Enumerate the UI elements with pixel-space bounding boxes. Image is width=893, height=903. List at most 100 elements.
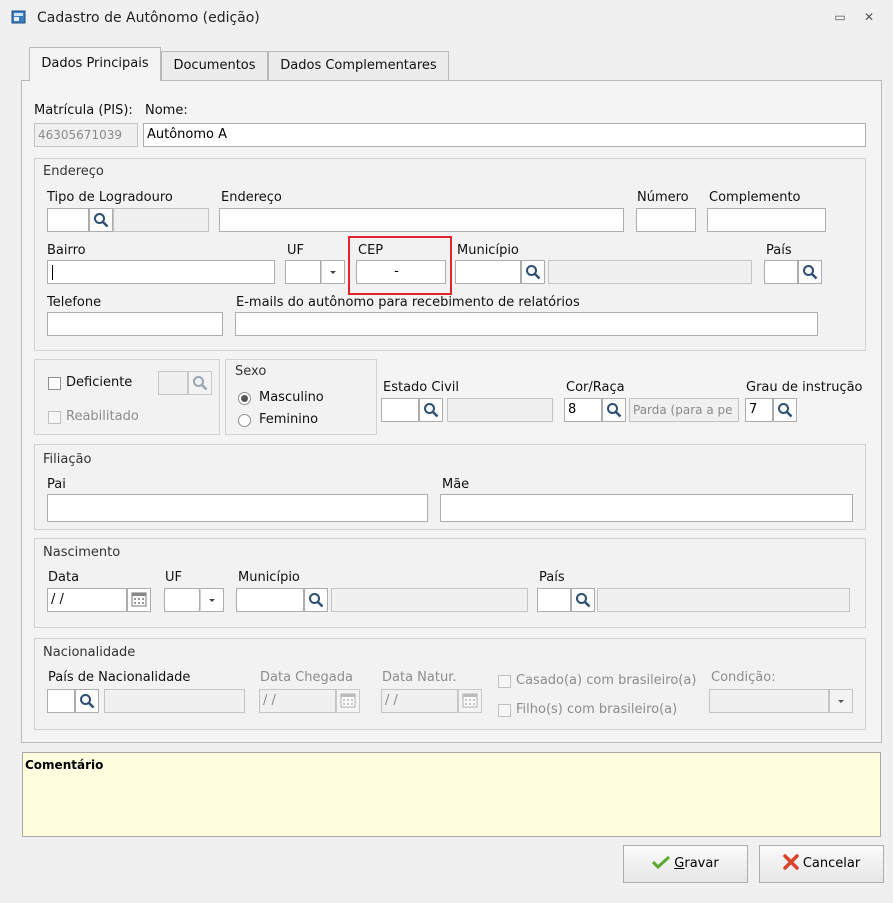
nascimento-group xyxy=(34,538,866,628)
pais-search-button[interactable] xyxy=(798,260,822,284)
nascimento-uf-select[interactable] xyxy=(164,588,200,612)
numero-label: Número xyxy=(637,190,689,205)
search-icon xyxy=(778,403,793,418)
deficiencia-code-input xyxy=(158,371,188,395)
nascimento-uf-dropdown-button[interactable] xyxy=(200,588,224,612)
data-natur-calendar-button xyxy=(458,689,482,713)
filhos-brasileiro-checkbox xyxy=(498,704,511,717)
nascimento-calendar-button[interactable] xyxy=(127,588,151,612)
title-bar: Cadastro de Autônomo (edição) ▭ ✕ xyxy=(0,0,893,36)
bairro-label: Bairro xyxy=(47,243,86,258)
numero-input[interactable] xyxy=(636,208,696,232)
uf-select[interactable] xyxy=(285,260,321,284)
search-icon xyxy=(193,376,208,391)
data-chegada-input: / / xyxy=(259,689,336,713)
cor-raca-search-button[interactable] xyxy=(602,398,626,422)
search-icon xyxy=(80,694,95,709)
restore-icon[interactable]: ▭ xyxy=(832,9,848,25)
pai-input[interactable] xyxy=(47,494,428,522)
nome-input[interactable]: Autônomo A xyxy=(143,123,866,147)
search-icon xyxy=(576,593,591,608)
nascimento-municipio-search-button[interactable] xyxy=(304,588,328,612)
calendar-icon xyxy=(131,592,147,607)
pais-nacionalidade-code-input[interactable] xyxy=(47,689,75,713)
complemento-input[interactable] xyxy=(707,208,826,232)
nascimento-pais-code-input[interactable] xyxy=(537,588,571,612)
tab-dados-complementares[interactable]: Dados Complementares xyxy=(268,51,449,80)
telefone-input[interactable] xyxy=(47,312,223,336)
municipio-code-input[interactable] xyxy=(455,260,521,284)
matricula-input[interactable]: 46305671039 xyxy=(34,123,138,147)
cor-raca-code-input[interactable]: 8 xyxy=(564,398,602,422)
chevron-down-icon xyxy=(330,271,336,274)
endereco-label: Endereço xyxy=(221,190,282,205)
deficiente-label: Deficiente xyxy=(66,375,133,390)
municipio-desc-input xyxy=(548,260,752,284)
cor-raca-desc-input: Parda (para a pe xyxy=(629,398,739,422)
nascimento-municipio-desc-input xyxy=(331,588,528,612)
matricula-label: Matrícula (PIS): xyxy=(34,103,133,118)
filiacao-group-title: Filiação xyxy=(43,452,92,467)
data-natur-input: / / xyxy=(381,689,458,713)
emails-input[interactable] xyxy=(235,312,818,336)
text-cursor xyxy=(52,265,53,280)
endereco-input[interactable] xyxy=(219,208,624,232)
estado-civil-search-button[interactable] xyxy=(419,398,443,422)
search-icon xyxy=(424,403,439,418)
municipio-search-button[interactable] xyxy=(521,260,545,284)
municipio-label: Município xyxy=(457,243,519,258)
estado-civil-code-input[interactable] xyxy=(381,398,419,422)
cep-input[interactable]: - xyxy=(356,260,446,284)
grau-instrucao-search-button[interactable] xyxy=(773,398,797,422)
nascimento-municipio-code-input[interactable] xyxy=(236,588,304,612)
pais-nacionalidade-search-button[interactable] xyxy=(75,689,99,713)
nascimento-group-title: Nascimento xyxy=(43,545,121,560)
gravar-button[interactable]: Gravar xyxy=(623,845,748,883)
mae-input[interactable] xyxy=(440,494,853,522)
tab-dados-principais[interactable]: Dados Principais xyxy=(29,47,161,81)
uf-dropdown-button[interactable] xyxy=(321,260,345,284)
tipo-logradouro-search-button[interactable] xyxy=(89,208,113,232)
feminino-radio[interactable] xyxy=(238,414,251,427)
checkmark-icon xyxy=(652,855,671,870)
data-chegada-label: Data Chegada xyxy=(260,670,353,685)
tipo-logradouro-code-input[interactable] xyxy=(47,208,89,232)
bairro-input[interactable] xyxy=(47,260,275,284)
masculino-radio[interactable] xyxy=(238,392,251,405)
cep-label: CEP xyxy=(358,243,384,258)
condicao-label: Condição: xyxy=(711,670,776,685)
data-chegada-calendar-button xyxy=(336,689,360,713)
search-icon xyxy=(94,213,109,228)
uf-label: UF xyxy=(287,243,304,258)
sexo-group-title: Sexo xyxy=(235,364,267,379)
cancelar-label: Cancelar xyxy=(802,856,861,871)
condicao-dropdown-button xyxy=(829,689,853,713)
nascimento-pais-desc-input xyxy=(597,588,850,612)
pais-code-input[interactable] xyxy=(764,260,798,284)
close-icon[interactable]: ✕ xyxy=(861,9,877,25)
comentario-box[interactable]: Comentário xyxy=(22,752,881,837)
search-icon xyxy=(526,265,541,280)
window-title: Cadastro de Autônomo (edição) xyxy=(37,10,260,26)
nacionalidade-group-title: Nacionalidade xyxy=(43,645,136,660)
tab-documentos[interactable]: Documentos xyxy=(161,51,268,80)
tipo-logradouro-desc-input xyxy=(113,208,209,232)
complemento-label: Complemento xyxy=(709,190,801,205)
deficiente-checkbox[interactable] xyxy=(48,377,61,390)
reabilitado-label: Reabilitado xyxy=(66,409,139,424)
grau-instrucao-label: Grau de instrução xyxy=(746,380,863,395)
nome-label: Nome: xyxy=(145,103,188,118)
gravar-accelerator: G xyxy=(674,856,685,871)
grau-instrucao-code-input[interactable]: 7 xyxy=(745,398,773,422)
search-icon xyxy=(309,593,324,608)
nascimento-pais-label: País xyxy=(539,570,565,585)
chevron-down-icon xyxy=(838,700,844,703)
nascimento-uf-label: UF xyxy=(165,570,182,585)
estado-civil-label: Estado Civil xyxy=(383,380,459,395)
cancelar-button[interactable]: Cancelar xyxy=(759,845,884,883)
telefone-label: Telefone xyxy=(47,295,102,310)
cancel-x-icon xyxy=(783,854,799,870)
nascimento-data-input[interactable]: / / xyxy=(47,588,127,612)
nascimento-pais-search-button[interactable] xyxy=(571,588,595,612)
nascimento-municipio-label: Município xyxy=(238,570,300,585)
